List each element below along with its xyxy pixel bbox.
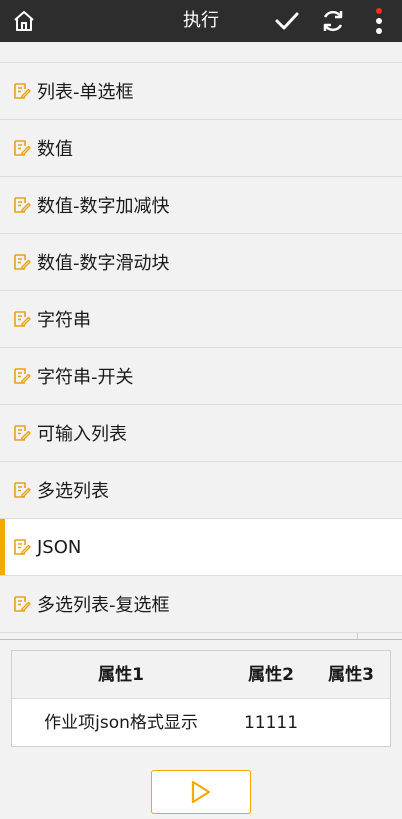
list-item[interactable]: 列表-单选框 [0, 63, 402, 120]
refresh-icon[interactable] [318, 6, 348, 36]
list-item[interactable]: 字符串 [0, 291, 402, 348]
top-app-bar: 执行 [0, 0, 402, 42]
list-item-label: 列表-单选框 [37, 82, 134, 103]
table-header: 属性1 属性2 属性3 [12, 651, 390, 699]
parameter-list: 列表-单选框 数值数值-数字加减快 数值-数字滑动块 字符串字符串-开关 可输入列表多选… [0, 63, 402, 633]
list-item[interactable]: 多选列表 [0, 462, 402, 519]
edit-note-icon [13, 538, 31, 556]
table-row[interactable]: 作业项json格式显示 11111 [12, 700, 390, 746]
run-button[interactable] [151, 770, 251, 814]
list-item[interactable]: 多选列表-复选框 [0, 576, 402, 633]
home-icon[interactable] [10, 7, 38, 35]
more-vertical-icon[interactable] [366, 4, 392, 38]
list-item[interactable]: 可输入列表 [0, 405, 402, 462]
edit-note-icon [13, 82, 31, 100]
list-item[interactable]: 数值-数字滑动块 [0, 234, 402, 291]
list-item-label: 字符串 [37, 310, 91, 331]
properties-table: 属性1 属性2 属性3 作业项json格式显示 11111 [11, 650, 391, 747]
edit-note-icon [13, 139, 31, 157]
play-icon [191, 780, 211, 804]
check-icon[interactable] [272, 6, 302, 36]
list-item-label: 字符串-开关 [37, 367, 134, 388]
list-top-spacer [0, 42, 402, 63]
edit-note-icon [13, 310, 31, 328]
list-item-label: JSON [37, 536, 82, 558]
edit-note-icon [13, 253, 31, 271]
list-item[interactable]: JSON [0, 519, 402, 576]
table-cell: 11111 [243, 713, 299, 733]
table-cell [312, 700, 390, 746]
list-item-label: 数值-数字滑动块 [37, 253, 170, 274]
header-cell-3: 属性3 [328, 665, 374, 685]
edit-note-icon [13, 595, 31, 613]
list-item[interactable]: 数值 [0, 120, 402, 177]
list-item-label: 多选列表-复选框 [37, 595, 170, 616]
edit-note-icon [13, 367, 31, 385]
edit-note-icon [13, 481, 31, 499]
table-cell: 作业项json格式显示 [44, 713, 198, 733]
edit-note-icon [13, 424, 31, 442]
list-item-label: 数值-数字加减快 [37, 196, 170, 217]
list-item-label: 多选列表 [37, 481, 109, 502]
divider [0, 639, 402, 640]
list-item[interactable]: 字符串-开关 [0, 348, 402, 405]
list-item-label: 数值 [37, 139, 73, 160]
list-item[interactable]: 数值-数字加减快 [0, 177, 402, 234]
header-cell-2: 属性2 [248, 665, 294, 685]
list-item-label: 可输入列表 [37, 424, 127, 445]
header-cell-1: 属性1 [98, 665, 144, 685]
edit-note-icon [13, 196, 31, 214]
